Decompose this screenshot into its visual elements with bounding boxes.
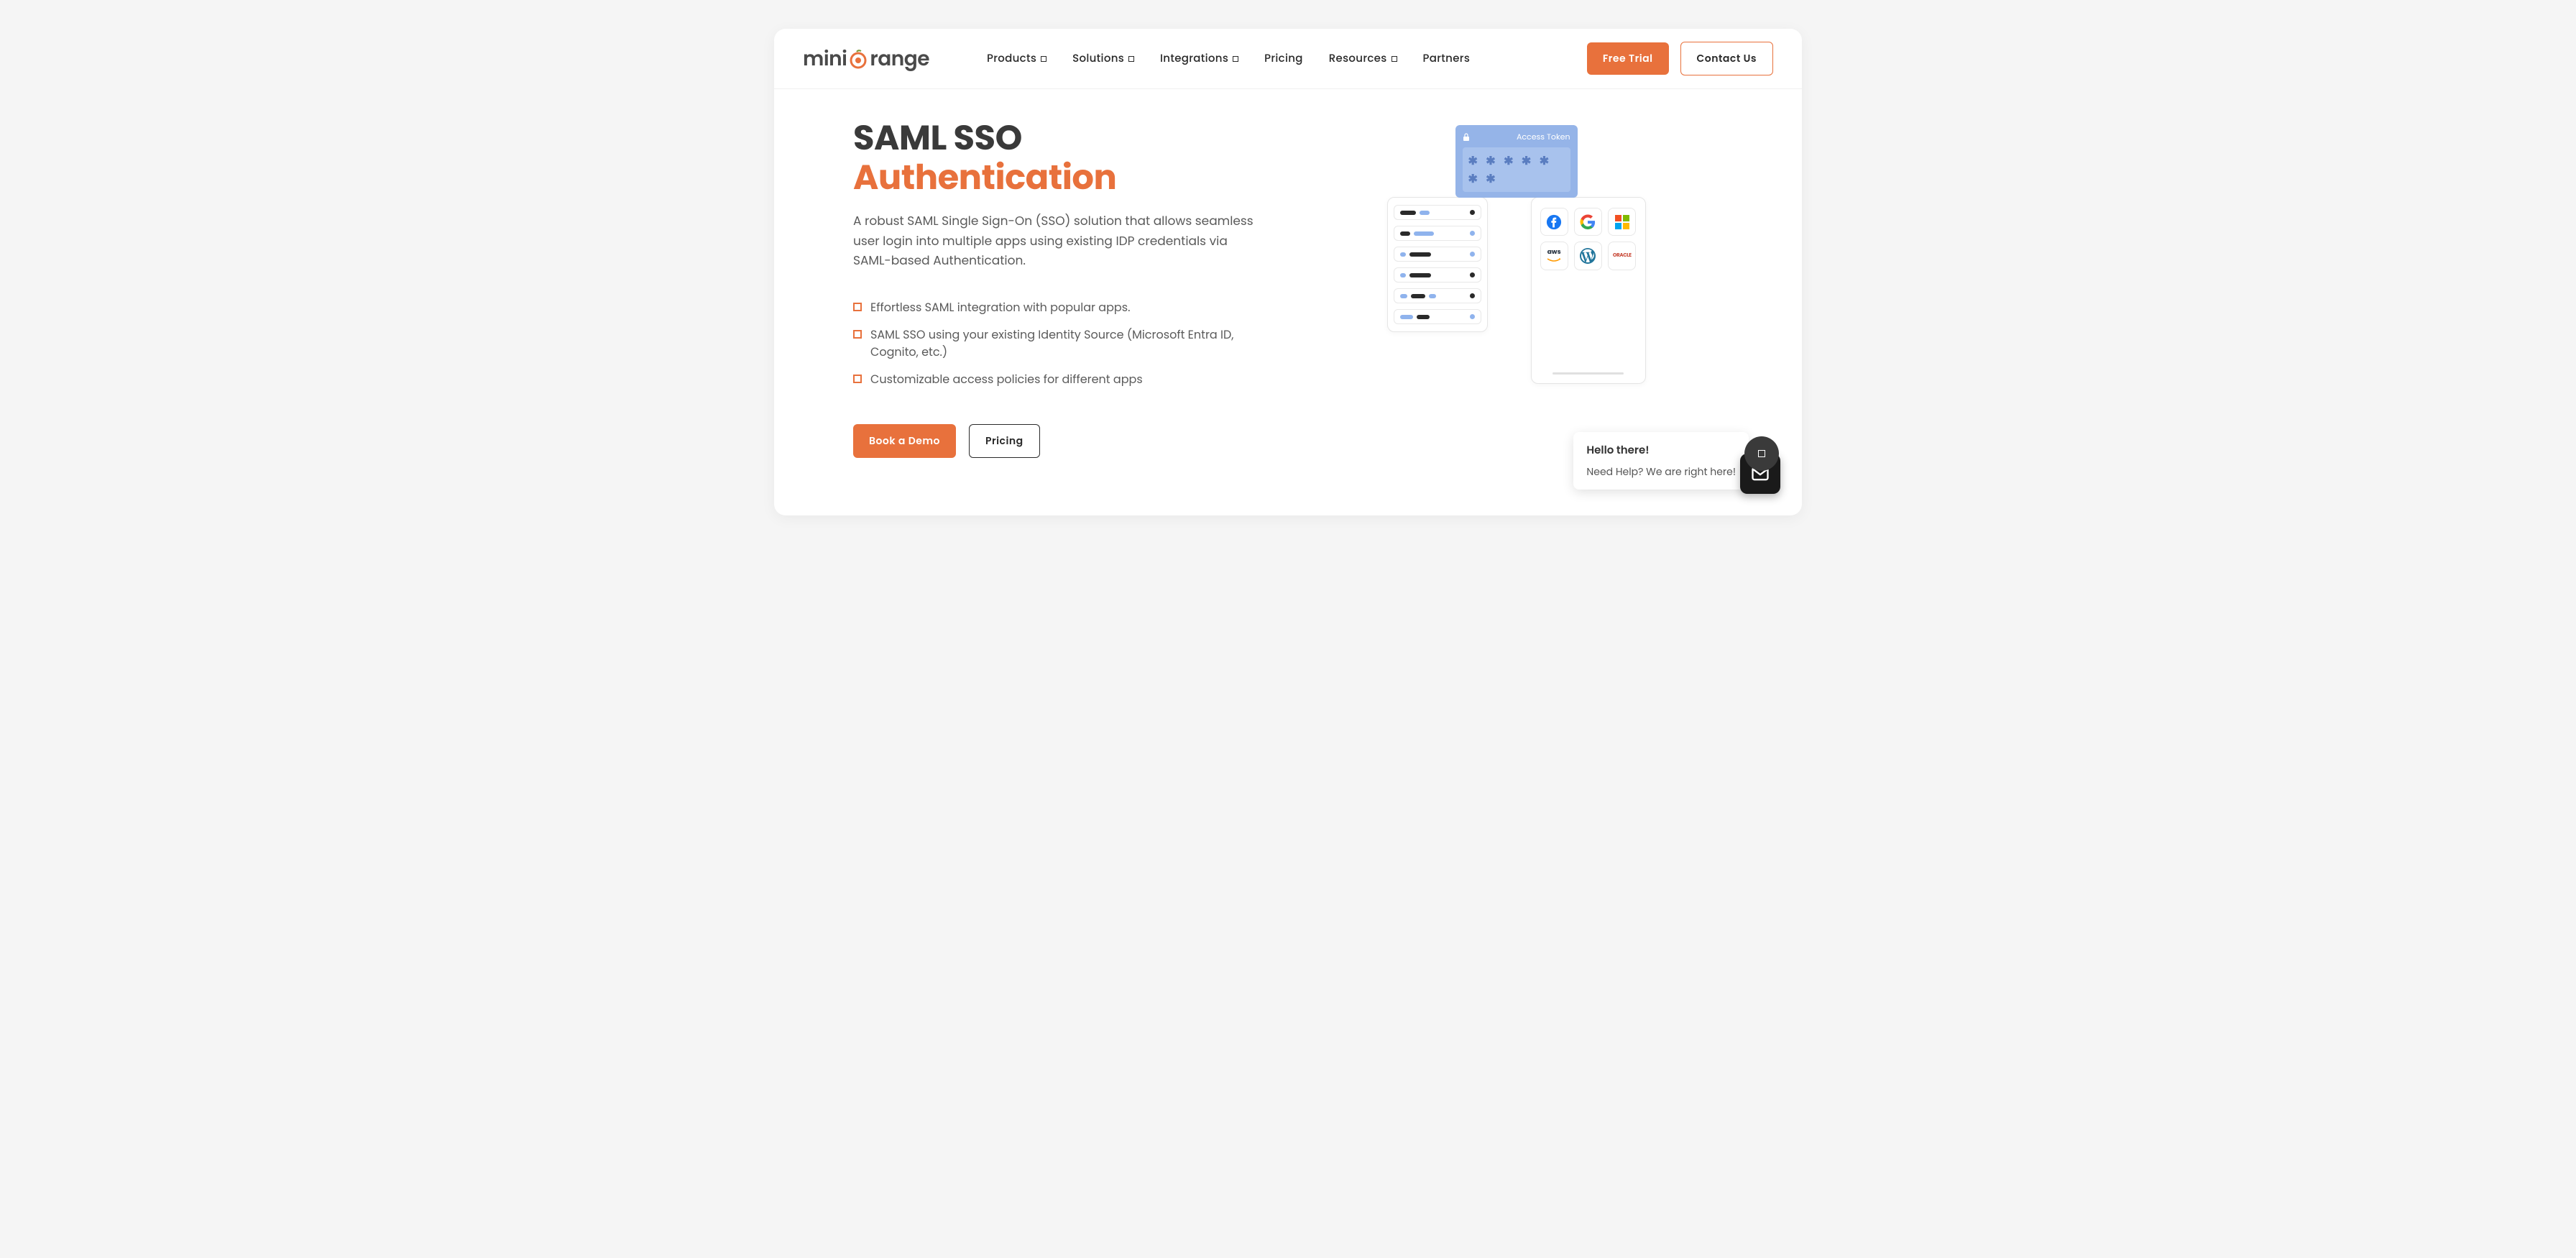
- lock-icon: [1463, 133, 1470, 142]
- chevron-down-icon: [1233, 56, 1238, 62]
- feature-list: Effortless SAML integration with popular…: [853, 299, 1266, 388]
- contact-us-button[interactable]: Contact Us: [1680, 42, 1773, 75]
- hero-actions: Book a Demo Pricing: [853, 424, 1266, 458]
- nav-products[interactable]: Products: [987, 50, 1046, 67]
- illustration-canvas: Access Token ✱ ✱ ✱ ✱ ✱ ✱ ✱: [1387, 125, 1646, 398]
- policy-row: [1394, 205, 1481, 220]
- check-icon: [853, 330, 862, 339]
- close-icon: [1758, 450, 1765, 457]
- chat-bubble[interactable]: Hello there! Need Help? We are right her…: [1573, 432, 1749, 490]
- app-google-icon: [1574, 208, 1602, 236]
- app-facebook-icon: [1540, 208, 1568, 236]
- policies-panel: [1387, 197, 1488, 332]
- free-trial-button[interactable]: Free Trial: [1587, 42, 1669, 75]
- logo-suffix: range: [870, 44, 929, 74]
- nav-partners[interactable]: Partners: [1423, 50, 1471, 67]
- chat-greeting: Hello there!: [1586, 442, 1736, 459]
- policy-row: [1394, 226, 1481, 241]
- book-demo-button[interactable]: Book a Demo: [853, 424, 956, 458]
- policy-row: [1394, 288, 1481, 303]
- nav-integrations[interactable]: Integrations: [1160, 50, 1238, 67]
- hero-subtitle: A robust SAML Single Sign-On (SSO) solut…: [853, 211, 1266, 270]
- page-container: mini range Products Solutions Integratio…: [774, 29, 1802, 515]
- nav-resources[interactable]: Resources: [1329, 50, 1397, 67]
- logo[interactable]: mini range: [803, 44, 929, 74]
- page-title: SAML SSO Authentication: [853, 118, 1266, 197]
- logo-glyph: [847, 49, 870, 69]
- check-icon: [853, 375, 862, 383]
- pricing-button[interactable]: Pricing: [969, 424, 1040, 458]
- feature-item: Effortless SAML integration with popular…: [853, 299, 1266, 316]
- chat-widget: Hello there! Need Help? We are right her…: [1573, 432, 1780, 494]
- header: mini range Products Solutions Integratio…: [774, 29, 1802, 89]
- token-value: ✱ ✱ ✱ ✱ ✱ ✱ ✱: [1463, 147, 1570, 192]
- nav-solutions[interactable]: Solutions: [1072, 50, 1134, 67]
- chevron-down-icon: [1392, 56, 1397, 62]
- feature-item: SAML SSO using your existing Identity So…: [853, 326, 1266, 361]
- hero-illustration: Access Token ✱ ✱ ✱ ✱ ✱ ✱ ✱: [1310, 118, 1723, 398]
- chevron-down-icon: [1128, 56, 1134, 62]
- access-token-card: Access Token ✱ ✱ ✱ ✱ ✱ ✱ ✱: [1455, 125, 1578, 198]
- check-icon: [853, 303, 862, 311]
- policy-row: [1394, 247, 1481, 262]
- policy-row: [1394, 267, 1481, 283]
- nav-pricing[interactable]: Pricing: [1264, 50, 1303, 67]
- hero-content: SAML SSO Authentication A robust SAML Si…: [853, 118, 1266, 458]
- app-grid: aws ORACLE: [1537, 205, 1639, 273]
- header-actions: Free Trial Contact Us: [1587, 42, 1773, 75]
- app-microsoft-icon: [1608, 208, 1636, 236]
- chat-close-button[interactable]: [1744, 436, 1779, 471]
- panel-handle: [1552, 372, 1624, 375]
- main-nav: Products Solutions Integrations Pricing …: [987, 50, 1573, 67]
- apps-panel: aws ORACLE: [1531, 197, 1646, 384]
- app-wordpress-icon: [1574, 242, 1602, 270]
- app-aws-icon: aws: [1540, 242, 1568, 270]
- policy-row: [1394, 309, 1481, 324]
- app-oracle-icon: ORACLE: [1608, 242, 1636, 270]
- chat-help-text: Need Help? We are right here!: [1586, 464, 1736, 479]
- chevron-down-icon: [1041, 56, 1046, 62]
- feature-item: Customizable access policies for differe…: [853, 371, 1266, 388]
- logo-prefix: mini: [803, 44, 847, 74]
- token-label: Access Token: [1517, 131, 1570, 143]
